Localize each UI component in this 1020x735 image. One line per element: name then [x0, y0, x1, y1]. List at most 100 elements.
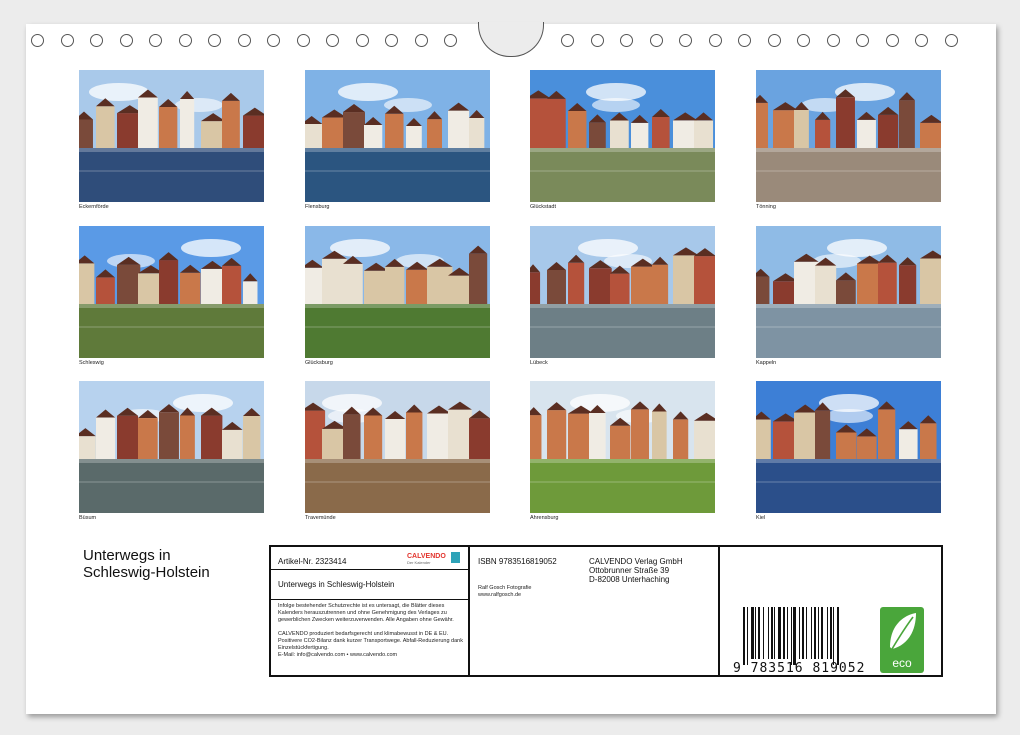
- calendar-photo: [305, 226, 490, 358]
- barcode-bar: [783, 607, 785, 659]
- barcode-bar: [746, 607, 748, 665]
- barcode-bar: [774, 607, 776, 659]
- barcode-bar: [826, 607, 828, 659]
- photo-caption: Glücksburg: [305, 360, 333, 366]
- binding-ring: [355, 34, 369, 47]
- barcode-bar: [810, 607, 812, 659]
- photo-caption: Büsum: [79, 515, 97, 521]
- divider: [468, 547, 470, 675]
- barcode: [743, 607, 851, 665]
- binding-ring: [649, 34, 663, 47]
- binding-ring: [237, 34, 251, 47]
- calendar-photo: [756, 381, 941, 513]
- barcode-bar: [799, 607, 801, 659]
- publisher-street: Ottobrunner Straße 39: [589, 566, 670, 575]
- calvendo-logo-sub: Der Kalender: [407, 560, 431, 565]
- legal-notice: Infolge bestehender Schutzrechte ist es …: [278, 603, 454, 623]
- calvendo-logo: CALVENDO: [407, 553, 446, 560]
- barcode-bar: [790, 607, 792, 665]
- photo-caption: Flensburg: [305, 204, 330, 210]
- binding-ring: [767, 34, 781, 47]
- publisher-name: CALVENDO Verlag GmbH: [589, 557, 683, 566]
- binding-ring: [444, 34, 457, 47]
- calendar-photo: [305, 381, 490, 513]
- binding-ring: [149, 34, 162, 47]
- barcode-bar: [763, 607, 764, 659]
- barcode-bar: [758, 607, 761, 659]
- calendar-photo: [79, 381, 264, 513]
- binding-ring: [944, 34, 958, 47]
- calendar-photo: [756, 70, 941, 202]
- calendar-photo: [305, 70, 490, 202]
- binding-ring: [60, 34, 74, 47]
- barcode-bar: [755, 607, 757, 659]
- barcode-bar: [805, 607, 807, 659]
- calendar-photo: [756, 226, 941, 358]
- calendar-photo: [530, 226, 715, 358]
- binding-ring: [119, 34, 133, 47]
- photo-caption: Glückstadt: [530, 204, 556, 210]
- barcode-bar: [833, 607, 835, 665]
- photographer-website: www.ralfgosch.de: [478, 592, 522, 598]
- title-line-1: Unterwegs in: [83, 547, 171, 564]
- photo-caption: Kiel: [756, 515, 766, 521]
- barcode-bar: [767, 607, 769, 659]
- barcode-bar: [770, 607, 773, 659]
- calendar-photo: [79, 70, 264, 202]
- binding-ring: [679, 34, 692, 47]
- binding-ring: [267, 34, 280, 47]
- barcode-digits: 9 783516 819052: [733, 661, 866, 676]
- production-notice: CALVENDO produziert bedarfsgerecht und k…: [278, 631, 463, 651]
- binding-ring: [561, 34, 574, 47]
- photographer: Ralf Gosch Fotografie: [478, 585, 532, 591]
- binding-ring: [90, 34, 103, 47]
- photo-caption: Travemünde: [305, 515, 336, 521]
- binding-ring: [738, 34, 751, 47]
- contact-info: E-Mail: info@calvendo.com • www.calvendo…: [278, 652, 398, 658]
- barcode-bar: [786, 607, 788, 659]
- barcode-bar: [829, 607, 832, 659]
- isbn: ISBN 9783516819052: [478, 557, 557, 566]
- calvendo-logo-icon: [451, 552, 460, 563]
- barcode-bar: [743, 607, 745, 665]
- binding-ring: [208, 34, 221, 47]
- leaf-icon: eco: [890, 613, 916, 670]
- barcode-bar: [837, 607, 840, 665]
- barcode-bar: [793, 607, 797, 665]
- photo-caption: Tönning: [756, 204, 776, 210]
- calendar-photo: [530, 381, 715, 513]
- info-box: Artikel-Nr. 2323414 CALVENDO Der Kalende…: [269, 545, 943, 677]
- binding-ring: [296, 34, 310, 47]
- eco-badge: eco: [880, 607, 924, 673]
- article-number: Artikel-Nr. 2323414: [278, 557, 347, 566]
- barcode-bar: [778, 607, 782, 659]
- calendar-back-cover: Eckernförde Flensburg Glückstadt Tönning: [26, 22, 996, 714]
- photo-caption: Eckernförde: [79, 204, 109, 210]
- binding-ring: [708, 34, 722, 47]
- divider: [271, 599, 468, 600]
- binding-ring: [590, 34, 604, 47]
- binding-ring: [414, 34, 428, 47]
- divider: [271, 569, 468, 570]
- binding-ring: [326, 34, 339, 47]
- binding-ring: [885, 34, 899, 47]
- barcode-bar: [818, 607, 820, 659]
- photo-caption: Kappeln: [756, 360, 777, 366]
- photo-caption: Schleswig: [79, 360, 104, 366]
- divider: [718, 547, 720, 675]
- barcode-bar: [802, 607, 804, 659]
- binding-ring: [797, 34, 810, 47]
- binding-ring: [856, 34, 869, 47]
- binding-ring: [915, 34, 928, 47]
- calendar-photo: [79, 226, 264, 358]
- binding-ring: [385, 34, 398, 47]
- binding-ring: [826, 34, 840, 47]
- eco-label: eco: [892, 656, 912, 670]
- publisher-city: D-82008 Unterhaching: [589, 575, 670, 584]
- title-line-2: Schleswig-Holstein: [83, 564, 210, 581]
- barcode-bar: [821, 607, 823, 659]
- calendar-name: Unterwegs in Schleswig-Holstein: [278, 580, 395, 589]
- binding-ring: [620, 34, 633, 47]
- calendar-title: Unterwegs in Schleswig-Holstein: [83, 547, 210, 581]
- photo-caption: Ahrensburg: [530, 515, 559, 521]
